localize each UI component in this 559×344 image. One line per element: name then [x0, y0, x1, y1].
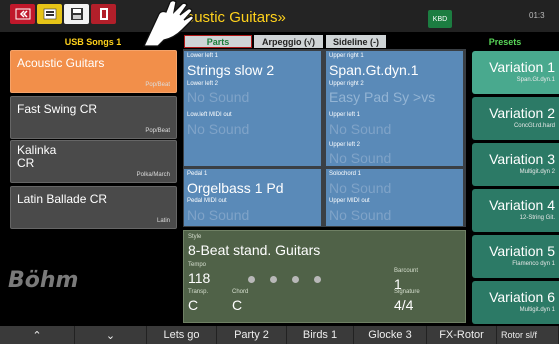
usb-icon[interactable] — [37, 4, 62, 24]
part-value: Orgelbass 1 Pd — [187, 180, 284, 196]
part-lower-left[interactable]: Lower left 1 Strings slow 2 Lower left 2… — [183, 50, 322, 167]
chord-value: C — [232, 297, 243, 313]
signature-label: Signature — [394, 289, 420, 295]
barcount-label: Barcount — [394, 268, 419, 274]
document-icon[interactable] — [91, 4, 116, 24]
part-value: No Sound — [187, 207, 250, 223]
part-label: Upper right 2 — [329, 81, 364, 87]
part-value: Span.Gt.dyn.1 — [329, 62, 419, 78]
style-panel[interactable]: Style 8-Beat stand. Guitars Tempo 118 Ba… — [183, 230, 466, 323]
favorite-button-birds-1[interactable]: Birds 1 — [287, 326, 354, 344]
song-name: Fast Swing CR — [17, 102, 98, 116]
preset-sound: ConcGt.rd.hard — [513, 123, 555, 129]
favorite-button-rotor[interactable]: Rotor sl/f — [497, 326, 559, 344]
tempo-label: Tempo — [188, 262, 207, 268]
part-value: No Sound — [329, 207, 392, 223]
part-value: No Sound — [329, 150, 392, 166]
style-label: Style — [188, 234, 202, 240]
tab-sideline[interactable]: Sideline (-) — [326, 35, 386, 48]
style-name: 8-Beat stand. Guitars — [188, 242, 321, 258]
preset-sound: Multigit.dyn 2 — [519, 169, 555, 175]
part-label: Pedal MIDI out — [187, 198, 227, 204]
preset-variation-5[interactable]: Variation 5 Flamenco dyn 1 — [472, 235, 559, 278]
chord-label: Chord — [232, 289, 249, 295]
chevron-up-icon: ⌃ — [32, 329, 42, 342]
preset-name: Variation 1 — [489, 59, 555, 75]
part-solochord[interactable]: Solochord 1 No Sound Upper MIDI out No S… — [325, 168, 464, 227]
part-label: Low.left MIDI out — [187, 112, 232, 118]
beat-indicator-dot — [270, 276, 277, 283]
bohm-logo: Böhm — [8, 268, 79, 293]
preset-sound: Multigit.dyn 1 — [519, 307, 555, 313]
part-upper[interactable]: Upper right 1 Span.Gt.dyn.1 Upper right … — [325, 50, 464, 167]
song-item[interactable]: Latin Ballade CR Latin — [10, 186, 177, 229]
preset-sound: 12-String Git. — [519, 215, 555, 221]
scroll-down-button[interactable]: ⌄ — [75, 326, 147, 344]
chevron-down-icon: ⌄ — [105, 329, 116, 342]
part-value: No Sound — [187, 121, 250, 137]
preset-sound: Flamenco dyn 1 — [512, 261, 555, 267]
beat-indicator-dot — [248, 276, 255, 283]
part-value: Strings slow 2 — [187, 62, 275, 78]
favorite-button-fx-rotor[interactable]: FX-Rotor — [427, 326, 497, 344]
favorite-button-lets-go[interactable]: Lets go — [147, 326, 217, 344]
usb-songs-header: USB Songs 1 — [64, 36, 122, 47]
part-value: Easy Pad Sy >vs — [329, 89, 436, 105]
song-name: Acoustic Guitars — [17, 56, 105, 70]
part-label: Upper left 2 — [329, 142, 361, 148]
preset-name: Variation 5 — [489, 243, 555, 259]
part-value: No Sound — [329, 180, 392, 196]
preset-variation-6[interactable]: Variation 6 Multigit.dyn 1 — [472, 281, 559, 324]
song-category: Pop/Beat — [145, 128, 170, 134]
tab-arpeggio[interactable]: Arpeggio (√) — [254, 35, 323, 48]
preset-name: Variation 4 — [489, 197, 555, 213]
song-name: Kalinka CR — [17, 143, 57, 170]
part-value: No Sound — [329, 121, 392, 137]
tempo-value: 118 — [188, 270, 211, 286]
keyboard-icon[interactable]: KBD — [428, 10, 452, 28]
part-label: Lower left 1 — [187, 53, 219, 59]
song-category: Latin — [156, 218, 170, 224]
song-name: Latin Ballade CR — [17, 192, 108, 206]
signature-value: 4/4 — [394, 297, 414, 313]
preset-name: Variation 6 — [489, 289, 555, 305]
preset-variation-2[interactable]: Variation 2 ConcGt.rd.hard — [472, 97, 559, 140]
part-label: Upper MIDI out — [329, 198, 370, 204]
song-item[interactable]: Fast Swing CR Pop/Beat — [10, 96, 177, 139]
preset-variation-4[interactable]: Variation 4 12-String Git. — [472, 189, 559, 232]
favorite-button-party-2[interactable]: Party 2 — [217, 326, 287, 344]
favorite-button-glocke-3[interactable]: Glocke 3 — [354, 326, 427, 344]
song-category: Polka/March — [136, 172, 170, 178]
preset-sound: Span.Gt.dyn.1 — [516, 77, 555, 83]
close-icon[interactable] — [10, 4, 35, 24]
song-item[interactable]: Acoustic Guitars Pop/Beat — [10, 50, 177, 93]
clock: 01:3 — [529, 11, 545, 20]
transpose-value: C — [188, 297, 199, 313]
part-label: Solochord 1 — [329, 171, 362, 177]
preset-name: Variation 2 — [489, 105, 555, 121]
presets-header: Presets — [488, 36, 522, 47]
tab-parts[interactable]: Parts — [184, 35, 252, 48]
preset-variation-1[interactable]: Variation 1 Span.Gt.dyn.1 — [472, 51, 559, 94]
part-value: No Sound — [187, 89, 250, 105]
beat-indicator-dot — [314, 276, 321, 283]
preset-variation-3[interactable]: Variation 3 Multigit.dyn 2 — [472, 143, 559, 186]
part-label: Pedal 1 — [187, 171, 208, 177]
part-label: Lower left 2 — [187, 81, 219, 87]
part-pedal[interactable]: Pedal 1 Orgelbass 1 Pd Pedal MIDI out No… — [183, 168, 322, 227]
song-item[interactable]: Kalinka CR Polka/March — [10, 140, 177, 183]
preset-name: Variation 3 — [489, 151, 555, 167]
song-category: Pop/Beat — [145, 82, 170, 88]
scroll-up-button[interactable]: ⌃ — [0, 326, 75, 344]
beat-indicator-dot — [292, 276, 299, 283]
part-label: Upper right 1 — [329, 53, 364, 59]
transpose-label: Transp. — [188, 289, 209, 295]
disk-icon[interactable] — [64, 4, 89, 24]
part-label: Upper left 1 — [329, 112, 361, 118]
